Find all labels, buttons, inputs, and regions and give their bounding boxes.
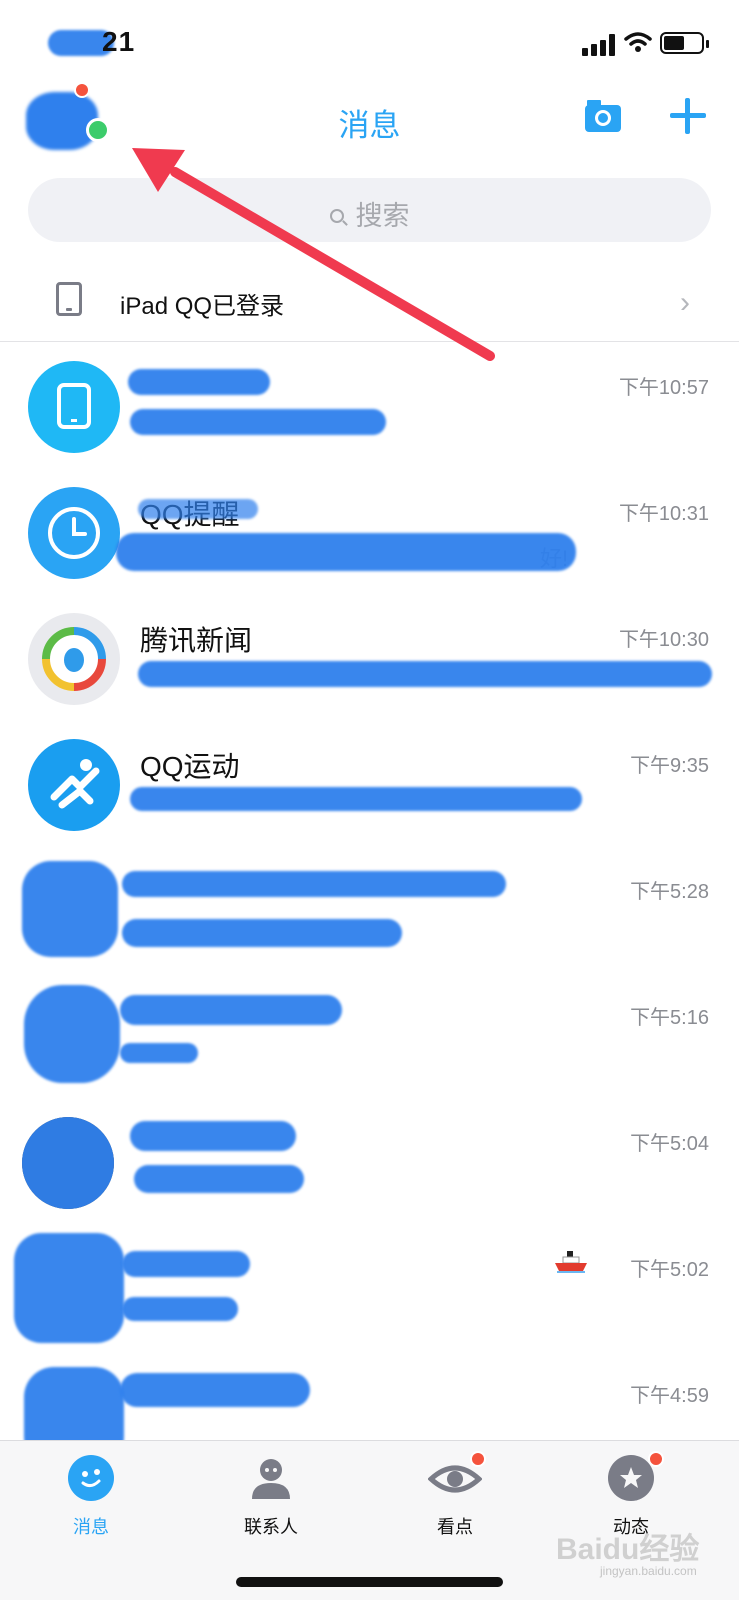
status-bar: 21 — [0, 0, 739, 80]
conversation-item[interactable]: 下午10:57 — [0, 343, 739, 471]
search-inner: 搜索 — [28, 194, 711, 233]
conversation-time: 下午5:04 — [630, 1133, 709, 1155]
conversation-item[interactable]: 下午5:02 — [0, 1225, 739, 1353]
notification-badge — [74, 82, 90, 98]
tablet-icon — [56, 282, 82, 316]
conversation-time: 下午5:16 — [630, 1007, 709, 1029]
tab-label: 看点 — [437, 1517, 473, 1537]
contacts-icon — [248, 1455, 294, 1501]
home-indicator[interactable] — [236, 1577, 503, 1587]
redacted-name-scribble — [130, 1121, 296, 1151]
battery-icon — [660, 32, 709, 54]
redacted-preview-scribble — [138, 661, 712, 687]
tab-label: 联系人 — [244, 1517, 298, 1537]
conversation-time: 下午5:02 — [630, 1259, 709, 1281]
conversation-item[interactable]: 下午5:16 — [0, 973, 739, 1101]
contact-avatar — [24, 1367, 124, 1440]
conversation-item[interactable]: 下午5:04 — [0, 1099, 739, 1227]
chevron-right-icon: › — [680, 286, 690, 319]
ship-icon — [555, 1251, 587, 1273]
search-placeholder: 搜索 — [355, 201, 410, 231]
redacted-name-scribble — [120, 1373, 310, 1407]
conversation-item[interactable]: 下午5:28 — [0, 847, 739, 975]
watermark-url: jingyan.baidu.com — [600, 1564, 697, 1578]
tab-badge — [470, 1451, 486, 1467]
tab-label: 消息 — [73, 1517, 109, 1537]
cellular-signal-icon — [582, 34, 618, 56]
redacted-preview-scribble — [134, 1165, 304, 1193]
star-icon — [608, 1455, 654, 1501]
contact-avatar — [24, 985, 120, 1083]
redacted-name-scribble — [122, 871, 506, 897]
message-bubble-icon — [68, 1455, 114, 1501]
conversation-item[interactable]: QQ提醒 下午10:31 好! — [0, 469, 739, 597]
tab-badge — [648, 1451, 664, 1467]
contact-avatar — [14, 1233, 124, 1343]
conversation-name: 腾讯新闻 — [140, 625, 253, 656]
redacted-name-scribble — [120, 995, 342, 1025]
tablet-avatar — [28, 361, 120, 453]
tab-messages[interactable]: 消息 — [36, 1455, 146, 1539]
redacted-avatar-scribble — [22, 1117, 114, 1209]
redacted-preview-scribble — [122, 919, 402, 947]
tab-discover[interactable]: 看点 — [400, 1451, 510, 1539]
search-bar[interactable]: 搜索 — [28, 178, 711, 242]
device-login-label: iPad QQ已登录 — [120, 293, 285, 320]
search-icon — [329, 209, 344, 223]
qq-sport-avatar — [28, 739, 120, 831]
tencent-news-avatar — [28, 613, 120, 705]
conversation-time: 下午5:28 — [630, 881, 709, 903]
status-time: 21 — [102, 26, 136, 57]
redacted-preview-scribble — [116, 533, 576, 571]
conversation-time: 下午10:57 — [618, 377, 709, 399]
conversation-item[interactable]: 下午4:59 — [0, 1351, 739, 1440]
message-list[interactable]: 下午10:57 QQ提醒 下午10:31 好! — [0, 343, 739, 1440]
redacted-name-scribble — [128, 369, 270, 395]
conversation-item[interactable]: 腾讯新闻 下午10:30 — [0, 595, 739, 723]
redacted-preview-scribble — [130, 409, 386, 435]
redacted-name-scribble — [138, 499, 258, 519]
conversation-name: QQ运动 — [140, 751, 240, 782]
wifi-icon — [624, 32, 652, 52]
conversation-time: 下午10:30 — [618, 629, 709, 651]
watermark-logo: Baidu经验 — [556, 1533, 700, 1566]
conversation-item[interactable]: QQ运动 下午9:35 — [0, 721, 739, 849]
plus-icon[interactable] — [668, 96, 708, 136]
page-title: 消息 — [338, 108, 401, 143]
tab-contacts[interactable]: 联系人 — [216, 1455, 326, 1539]
camera-icon[interactable] — [584, 98, 622, 134]
conversation-time: 下午9:35 — [630, 755, 709, 777]
device-login-row[interactable]: iPad QQ已登录 › — [0, 266, 739, 342]
conversation-time: 下午4:59 — [630, 1385, 709, 1407]
clock-avatar — [28, 487, 120, 579]
redacted-name-scribble — [122, 1251, 250, 1277]
contact-avatar — [22, 1117, 114, 1209]
redacted-preview-scribble — [122, 1297, 238, 1321]
redacted-preview-scribble — [120, 1043, 198, 1063]
header: 消息 — [0, 80, 739, 170]
contact-avatar — [22, 861, 118, 957]
redacted-preview-scribble — [130, 787, 582, 811]
conversation-time: 下午10:31 — [618, 503, 709, 525]
